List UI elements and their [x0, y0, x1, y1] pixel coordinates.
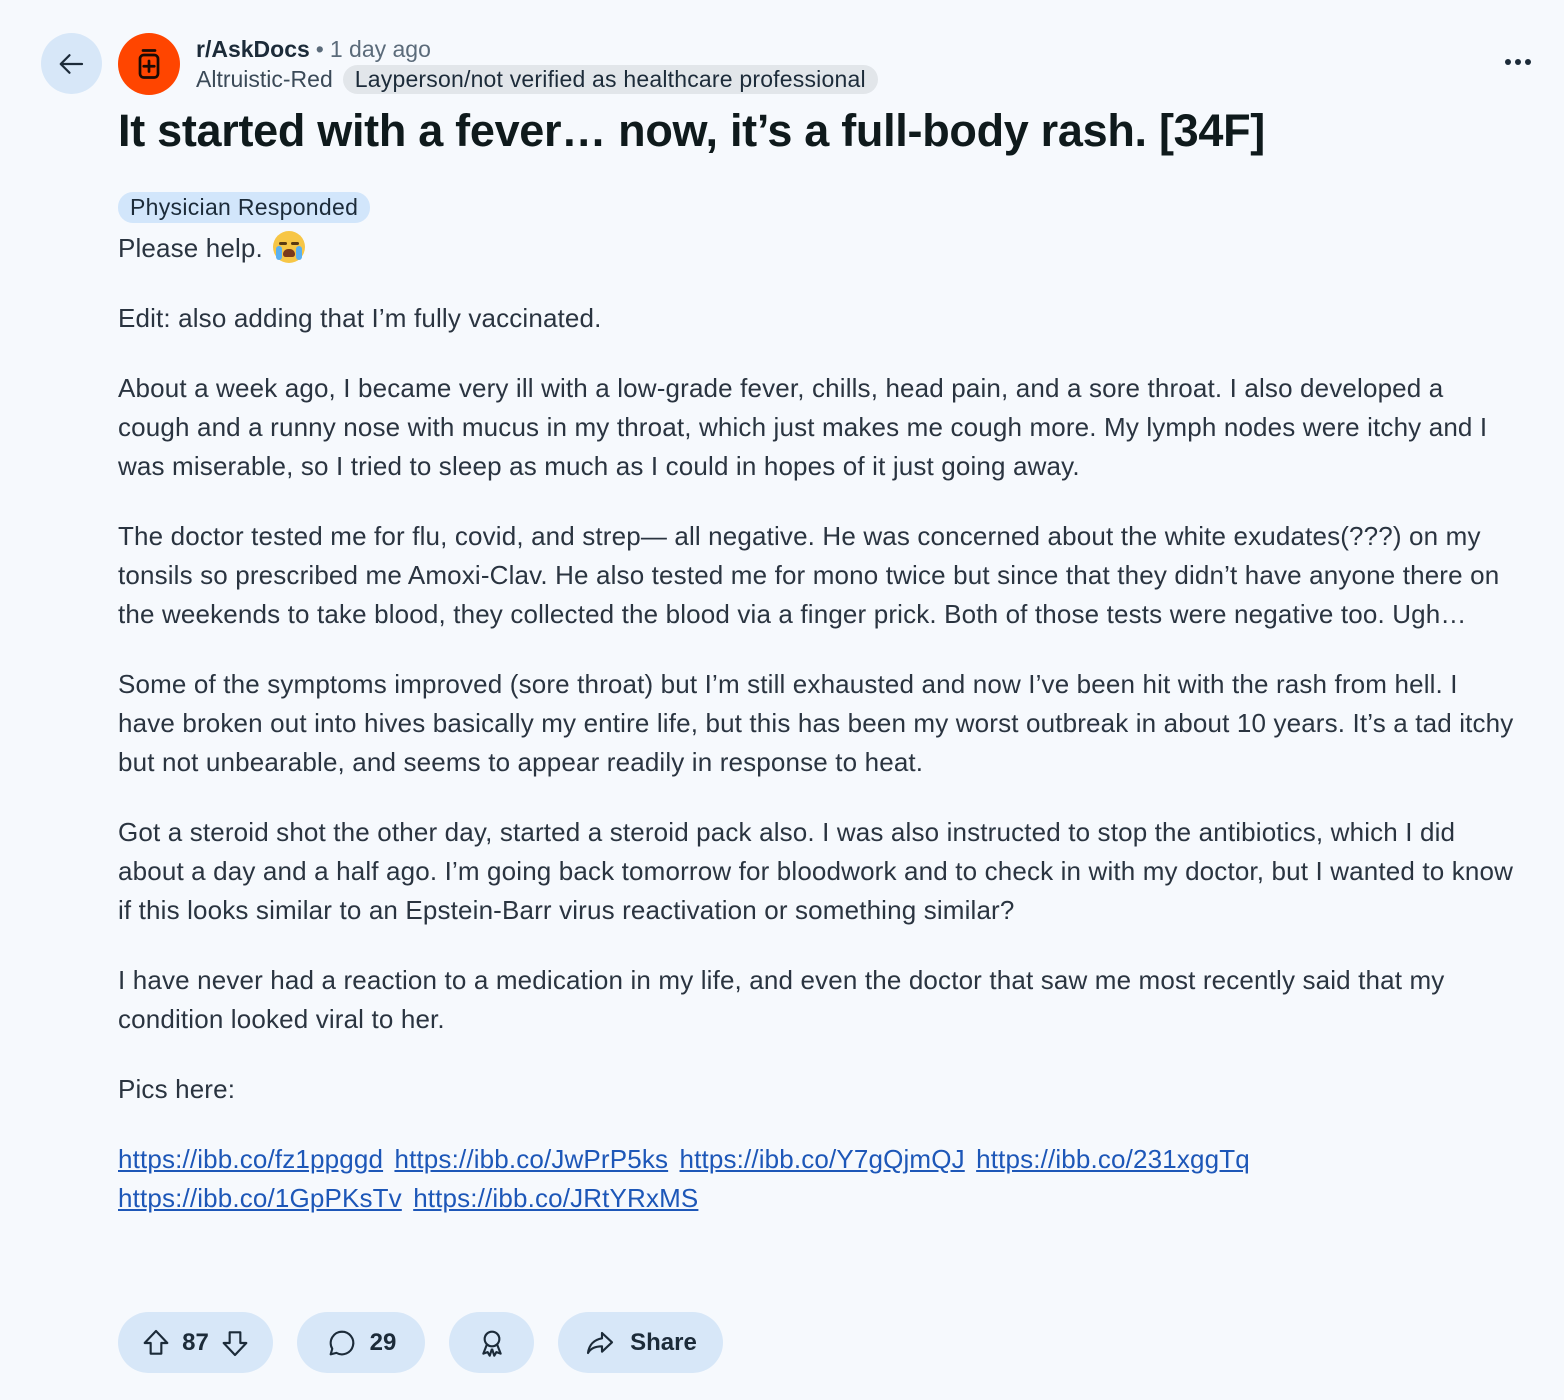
post-body: Please help. Edit: also adding that I’m …	[118, 229, 1518, 1249]
post-meta: r/AskDocs • 1 day ago	[196, 34, 431, 64]
image-link[interactable]: https://ibb.co/1GpPKsTv	[118, 1183, 402, 1213]
more-options-button[interactable]	[1496, 44, 1540, 80]
share-label: Share	[630, 1328, 697, 1356]
subreddit-name[interactable]: r/AskDocs	[196, 34, 310, 64]
image-link[interactable]: https://ibb.co/JwPrP5ks	[394, 1144, 668, 1174]
paragraph: I have never had a reaction to a medicat…	[118, 965, 1445, 1034]
comment-count: 29	[369, 1328, 397, 1356]
paragraph: Please help.	[118, 229, 1518, 268]
paragraph: About a week ago, I became very ill with…	[118, 373, 1488, 481]
dot-icon	[1525, 59, 1531, 65]
links-paragraph: https://ibb.co/fz1ppggd https://ibb.co/J…	[118, 1140, 1518, 1218]
image-link[interactable]: https://ibb.co/Y7gQjmQJ	[680, 1144, 965, 1174]
action-bar: 87 29 Share	[118, 1312, 723, 1373]
comments-button[interactable]: 29	[297, 1312, 425, 1373]
author-row: Altruistic-Red Layperson/not verified as…	[196, 64, 878, 94]
paragraph: Edit: also adding that I’m fully vaccina…	[118, 303, 602, 333]
vote-control: 87	[118, 1312, 273, 1373]
dot-icon	[1505, 59, 1511, 65]
image-link[interactable]: https://ibb.co/231xggTq	[976, 1144, 1250, 1174]
downvote-icon[interactable]	[219, 1327, 251, 1359]
paragraph: Got a steroid shot the other day, starte…	[118, 817, 1514, 925]
meta-separator: •	[315, 36, 324, 62]
medicine-bottle-icon	[138, 49, 160, 79]
paragraph: Pics here:	[118, 1074, 236, 1104]
comment-icon	[329, 1330, 354, 1355]
award-icon	[481, 1330, 502, 1357]
share-button[interactable]: Share	[558, 1312, 723, 1373]
arrow-left-icon	[59, 53, 83, 74]
post-page: r/AskDocs • 1 day ago Altruistic-Red Lay…	[0, 0, 1564, 1400]
author-name[interactable]: Altruistic-Red	[196, 64, 333, 94]
post-flair[interactable]: Physician Responded	[118, 192, 371, 223]
crying-face-emoji-icon	[272, 231, 305, 263]
share-icon	[587, 1331, 614, 1354]
post-title: It started with a fever… now, it’s a ful…	[118, 105, 1265, 156]
image-link[interactable]: https://ibb.co/JRtYRxMS	[413, 1183, 698, 1213]
award-button[interactable]	[449, 1312, 534, 1373]
image-link[interactable]: https://ibb.co/fz1ppggd	[118, 1144, 383, 1174]
user-flair: Layperson/not verified as healthcare pro…	[342, 64, 878, 94]
paragraph: The doctor tested me for flu, covid, and…	[118, 521, 1500, 629]
vote-count: 87	[182, 1328, 209, 1356]
paragraph: Some of the symptoms improved (sore thro…	[118, 669, 1514, 777]
post-time: 1 day ago	[329, 36, 431, 62]
upvote-icon[interactable]	[140, 1327, 172, 1359]
back-button[interactable]	[41, 33, 102, 94]
subreddit-avatar[interactable]	[118, 33, 180, 95]
dot-icon	[1515, 59, 1521, 65]
